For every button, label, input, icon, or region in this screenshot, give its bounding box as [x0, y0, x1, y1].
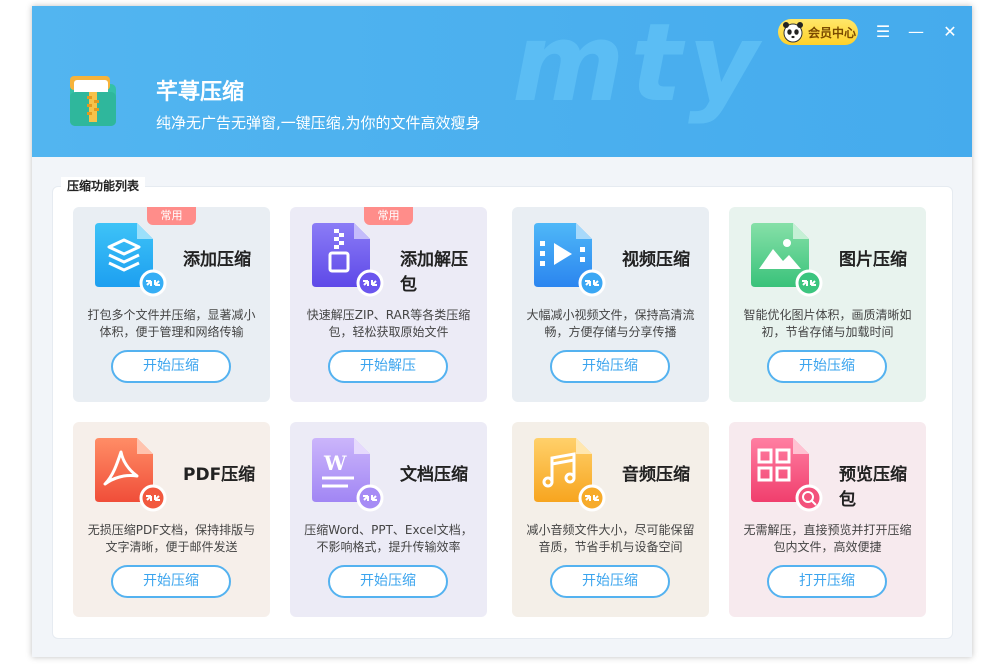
vip-label: 会员中心: [808, 25, 857, 40]
app-subtitle: 纯净无广告无弹窗,一键压缩,为你的文件高效瘦身: [156, 114, 481, 132]
minimize-icon[interactable]: —: [905, 20, 927, 42]
document-icon: W: [312, 438, 384, 512]
card-desc: 减小音频文件大小，尽可能保留音质，节省手机与设备空间: [526, 523, 695, 554]
card-preview-archive: 预览压缩包 无需解压，直接预览并打开压缩包内文件，高效便捷 打开压缩: [729, 422, 926, 617]
panda-icon: [783, 22, 803, 43]
start-compress-button[interactable]: 开始压缩: [550, 565, 670, 598]
open-archive-button[interactable]: 打开压缩: [767, 565, 887, 598]
card-desc: 无损压缩PDF文档，保持排版与文字清晰，便于邮件发送: [87, 523, 256, 554]
card-name: 文档压缩: [400, 465, 468, 485]
start-compress-button[interactable]: 开始压缩: [328, 565, 448, 598]
card-desc: 打包多个文件并压缩，显著减小体积，便于管理和网络传输: [87, 308, 256, 339]
card-pdf-compress: PDF压缩 无损压缩PDF文档，保持排版与文字清晰，便于邮件发送 开始压缩: [73, 422, 270, 617]
start-extract-button[interactable]: 开始解压: [328, 350, 448, 383]
menu-icon[interactable]: ☰: [872, 20, 894, 42]
card-name: 视频压缩: [622, 250, 690, 270]
pdf-icon: [95, 438, 167, 512]
watermark-text: mty: [512, 6, 765, 126]
card-video-compress: 视频压缩 大幅减小视频文件，保持高清流畅，方便存储与分享传播 开始压缩: [512, 207, 709, 402]
music-icon: [534, 438, 606, 512]
start-compress-button[interactable]: 开始压缩: [111, 565, 231, 598]
svg-text:W: W: [323, 451, 347, 475]
card-name: 图片压缩: [839, 250, 907, 270]
image-icon: [751, 223, 823, 297]
card-image-compress: 图片压缩 智能优化图片体积，画质清晰如初，节省存储与加载时间 开始压缩: [729, 207, 926, 402]
card-desc: 快速解压ZIP、RAR等各类压缩包，轻松获取原始文件: [306, 308, 471, 339]
section-title: 压缩功能列表: [61, 177, 146, 194]
card-desc: 智能优化图片体积，画质清晰如初，节省存储与加载时间: [743, 308, 912, 339]
zip-icon: [312, 223, 384, 297]
card-audio-compress: 音频压缩 减小音频文件大小，尽可能保留音质，节省手机与设备空间 开始压缩: [512, 422, 709, 617]
card-document-compress: W 文档压缩 压缩Word、PPT、Excel文档，不影响格式，提升传输效率 开…: [290, 422, 487, 617]
card-name: 添加压缩: [183, 250, 251, 270]
header-banner: mty 芊荨压缩 纯净无广告无弹窗,一键压缩,为你的文件高效瘦身 会员中心 ☰ …: [32, 6, 972, 157]
card-name: PDF压缩: [183, 465, 256, 485]
start-compress-button[interactable]: 开始压缩: [111, 350, 231, 383]
card-add-extract: 常用 添加解压包 快速解压ZIP、RAR等各类压缩包，轻松获取原始文件 开始解压: [290, 207, 487, 402]
start-compress-button[interactable]: 开始压缩: [767, 350, 887, 383]
close-icon[interactable]: ✕: [939, 20, 961, 42]
vip-center-button[interactable]: 会员中心: [778, 19, 858, 45]
card-name: 添加解压包: [400, 250, 468, 295]
card-desc: 大幅减小视频文件，保持高清流畅，方便存储与分享传播: [526, 308, 695, 339]
card-desc: 压缩Word、PPT、Excel文档，不影响格式，提升传输效率: [304, 523, 473, 554]
layers-icon: [95, 223, 167, 297]
card-name: 预览压缩包: [839, 465, 907, 510]
app-title: 芊荨压缩: [156, 80, 245, 105]
app-window: mty 芊荨压缩 纯净无广告无弹窗,一键压缩,为你的文件高效瘦身 会员中心 ☰ …: [32, 6, 972, 657]
start-compress-button[interactable]: 开始压缩: [550, 350, 670, 383]
card-add-compress: 常用 添加压缩 打包多个文件并压缩，显著减小体积，便于管理和网络传输 开始压缩: [73, 207, 270, 402]
card-desc: 无需解压，直接预览并打开压缩包内文件，高效便捷: [743, 523, 912, 554]
card-name: 音频压缩: [622, 465, 690, 485]
app-logo-icon: [70, 76, 116, 126]
video-icon: [534, 223, 606, 297]
preview-icon: [751, 438, 823, 512]
